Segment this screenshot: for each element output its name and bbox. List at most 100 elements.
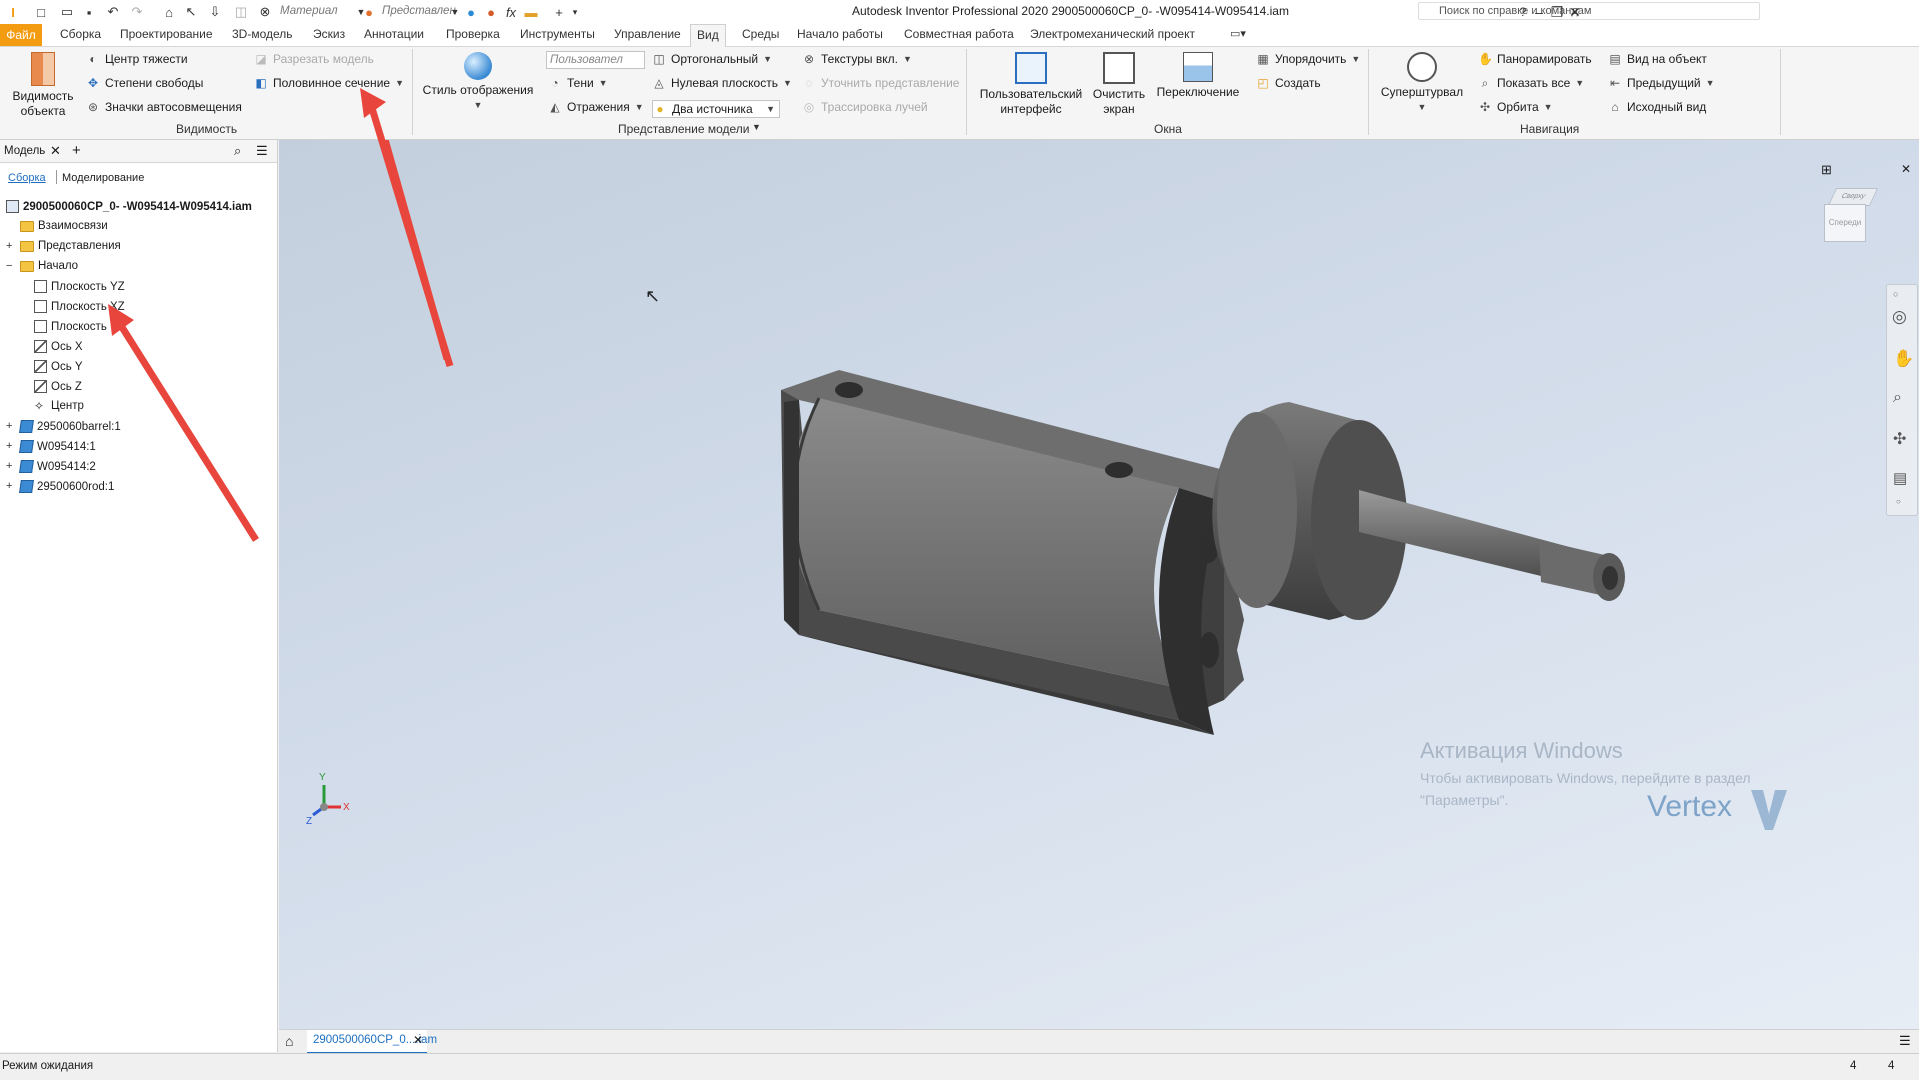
tab-annotate[interactable]: Аннотации [362,27,426,41]
clean-screen-button[interactable]: Очистить экран [1088,52,1150,117]
pan-hand-icon[interactable]: ✋ [1893,349,1914,369]
textures-button[interactable]: ⊗ Текстуры вкл. ▼ [802,52,912,66]
tree-item[interactable]: Ось Z [34,380,82,393]
pan-button[interactable]: ✋ Панорамировать [1478,52,1592,66]
tab-sketch[interactable]: Эскиз [311,27,347,41]
add-icon[interactable]: + [72,142,81,159]
parameters-icon[interactable]: fx [502,3,520,21]
tab-environments[interactable]: Среды [740,27,781,41]
clear-appearance-icon[interactable]: ● [482,3,500,21]
search-icon[interactable]: ⌕ [234,143,241,159]
subtab-assembly[interactable]: Сборка [8,172,46,184]
tab-collaborate[interactable]: Совместная работа [902,27,1016,41]
subtab-modeling[interactable]: Моделирование [62,172,144,184]
tree-item[interactable]: Представления [20,240,121,252]
viewport-close-icon[interactable]: ✕ [1901,162,1911,176]
close-button[interactable]: ✕ [1564,2,1586,22]
tab-model[interactable]: Модель [4,145,45,157]
object-visibility-button[interactable]: Видимость объекта [6,52,80,119]
shadows-button[interactable]: ◔ Тени ▼ [548,76,607,90]
tree-item[interactable]: W095414:2 [19,460,96,473]
switch-windows-button[interactable]: Переключение [1154,52,1242,100]
look-at-button[interactable]: ▤ Вид на объект [1608,52,1707,66]
refine-appearance-button[interactable]: ◌ Уточнить представление [802,76,959,90]
save-icon[interactable]: ▪ [80,3,98,21]
new-window-button[interactable]: ◰ Создать [1256,76,1320,90]
tab-file[interactable]: Файл [0,24,42,46]
tree-expand-toggle[interactable]: + [6,460,12,472]
navbar-close-icon[interactable]: ○ [1893,289,1898,299]
steering-wheel-icon[interactable]: ◎ [1892,307,1907,327]
inventor-logo-icon[interactable]: I [4,3,22,21]
appearance-select[interactable]: Представлен [378,2,456,20]
tree-item[interactable]: ✧ Центр [34,400,84,412]
new-file-icon[interactable]: □ [32,3,50,21]
close-icon[interactable]: ✕ [50,143,61,159]
lighting-style-select[interactable]: ● Два источника ▼ [652,100,780,118]
tree-item[interactable]: Плоскость YZ [34,280,125,293]
menu-icon[interactable]: ☰ [1899,1033,1911,1049]
tab-tools[interactable]: Инструменты [518,27,597,41]
orthographic-button[interactable]: ◫ Ортогональный ▼ [652,52,772,66]
ground-plane-button[interactable]: ◬ Нулевая плоскость ▼ [652,76,792,90]
zoom-all-button[interactable]: ⌕ Показать все ▼ [1478,76,1585,90]
open-file-icon[interactable]: ▭ [58,3,76,21]
tree-root-assembly[interactable]: 2900500060CP_0- -W095414-W095414.iam [6,200,252,213]
tab-get-started[interactable]: Начало работы [795,27,885,41]
tree-item[interactable]: 2950060barrel:1 [19,420,121,433]
tree-item[interactable]: Ось X [34,340,83,353]
redo-icon[interactable]: ↷ [128,3,146,21]
graphics-viewport[interactable]: X Y Z ⊞ ✕ Сверху Спереди ↖ Активация Win… [279,140,1919,1029]
tab-3d-model[interactable]: 3D-модель [230,27,295,41]
tree-item[interactable]: W095414:1 [19,440,96,453]
tree-expand-toggle[interactable]: + [6,420,12,432]
tree-expand-toggle[interactable]: + [6,480,12,492]
menu-icon[interactable]: ☰ [256,143,268,159]
properties-icon[interactable]: ◫ [232,3,250,21]
snap-glyphs-button[interactable]: ⊛ Значки автосовмещения [86,100,242,114]
material-select[interactable]: Материал [276,2,360,20]
degrees-of-freedom-button[interactable]: ✥ Степени свободы [86,76,203,90]
tab-design[interactable]: Проектирование [118,27,215,41]
user-style-select[interactable]: Пользовател [546,51,645,69]
viewport-maximize-icon[interactable]: ⊞ [1821,162,1832,178]
visual-style-button[interactable]: Стиль отображения ▼ [420,52,536,113]
home-icon[interactable]: ⌂ [285,1033,293,1049]
help-search-input[interactable]: Поиск по справке и командам [1418,2,1760,20]
navbar-options-icon[interactable]: ○ [1896,497,1901,506]
arrange-button[interactable]: ▦ Упорядочить ▼ [1256,52,1360,66]
appearance-sphere-icon[interactable]: ● [360,3,378,21]
document-tab[interactable]: 2900500060CP_0....iam ✕ [307,1030,437,1054]
update-icon[interactable]: ⇩ [206,3,224,21]
reflections-button[interactable]: ◭ Отражения ▼ [548,100,643,114]
look-at-icon[interactable]: ▤ [1893,469,1907,487]
tree-item[interactable]: Плоскость XZ [34,300,125,313]
view-cube[interactable]: Сверху Спереди [1824,188,1884,248]
tree-item[interactable]: Плоскость [34,320,107,333]
material-sphere-icon[interactable]: ⊗ [256,3,274,21]
color-override-icon[interactable]: ● [462,3,480,21]
tab-electromechanical[interactable]: Электромеханический проект [1028,27,1197,41]
home-icon[interactable]: ⌂ [160,3,178,21]
tab-inspect[interactable]: Проверка [444,27,502,41]
tree-item[interactable]: Ось Y [34,360,83,373]
ray-tracing-button[interactable]: ◎ Трассировка лучей [802,100,928,114]
cut-model-button[interactable]: ◪ Разрезать модель [254,52,374,66]
tab-view[interactable]: Вид [690,24,726,48]
ribbon-options-icon[interactable]: ▭▾ [1228,27,1248,40]
measure-icon[interactable]: ▬ [522,3,540,21]
close-icon[interactable]: ✕ [413,1033,423,1047]
undo-icon[interactable]: ↶ [104,3,122,21]
select-icon[interactable]: ↖ [182,3,200,21]
orbit-icon[interactable]: ✣ [1893,429,1906,449]
home-view-button[interactable]: ⌂ Исходный вид [1608,100,1706,114]
orbit-button[interactable]: ✣ Орбита ▼ [1478,100,1553,114]
barrel-part[interactable] [781,370,1244,735]
tree-item[interactable]: 29500600rod:1 [19,480,114,493]
previous-view-button[interactable]: ⇤ Предыдущий ▼ [1608,76,1715,90]
tree-expand-toggle[interactable]: + [6,440,12,452]
view-cube-front[interactable]: Спереди [1824,204,1866,242]
steering-wheel-button[interactable]: Суперштурвал ▼ [1376,52,1468,115]
user-interface-button[interactable]: Пользовательский интерфейс [976,52,1086,117]
half-section-button[interactable]: ◧ Половинное сечение ▼ [254,76,404,90]
